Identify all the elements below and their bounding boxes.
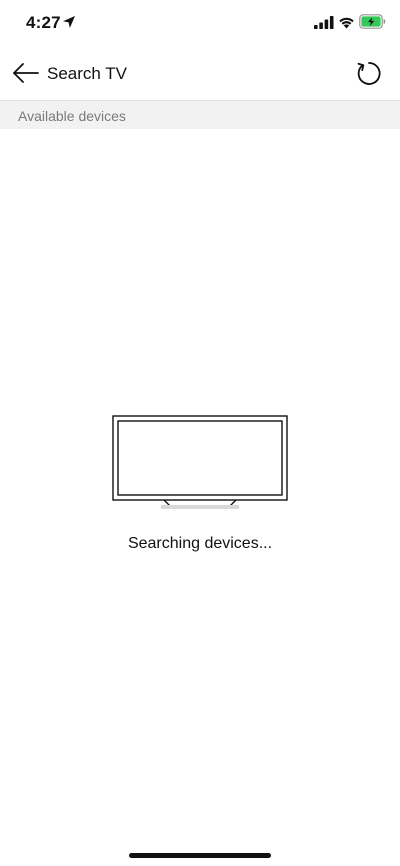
searching-status-text: Searching devices... bbox=[127, 535, 273, 552]
refresh-icon[interactable] bbox=[354, 58, 384, 88]
wifi-icon bbox=[339, 17, 354, 29]
status-time: 4:27 bbox=[26, 13, 61, 32]
section-label: Available devices bbox=[18, 108, 126, 124]
location-arrow-icon bbox=[63, 16, 75, 28]
page-title: Search TV bbox=[47, 64, 128, 83]
cellular-signal-icon bbox=[314, 16, 334, 29]
status-bar: 4:27 bbox=[0, 0, 400, 46]
header: Search TV bbox=[0, 46, 400, 100]
battery-charging-icon bbox=[359, 14, 386, 29]
search-tv-screen: 4:27 Search TV Available devices Searchi… bbox=[0, 0, 400, 866]
home-indicator[interactable] bbox=[129, 853, 271, 858]
arrow-left-icon[interactable] bbox=[8, 58, 42, 88]
available-devices-header: Available devices bbox=[0, 100, 400, 129]
tv-icon bbox=[112, 415, 288, 509]
